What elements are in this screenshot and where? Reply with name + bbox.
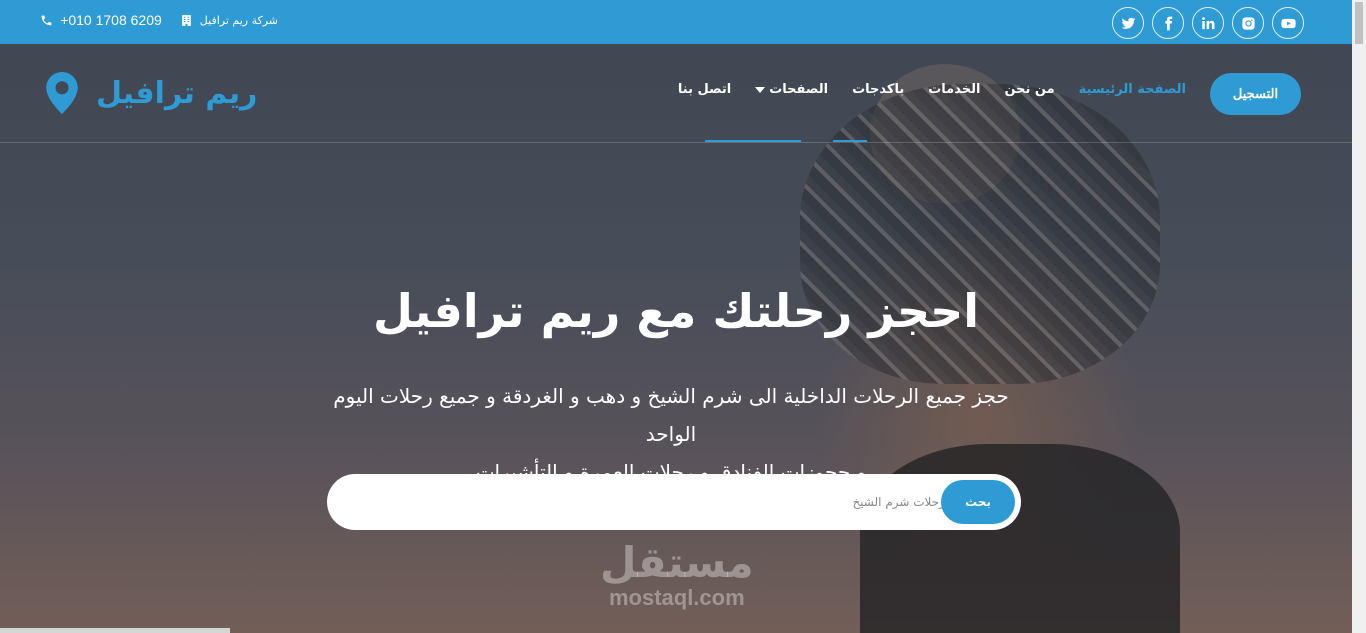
watermark-arabic: مستقل [600,538,754,587]
site-logo[interactable]: ريم ترافيل [46,72,257,114]
search-button[interactable]: بحث [941,480,1015,524]
nav-divider [0,142,1352,143]
nav-item-about[interactable]: من نحن [1004,82,1054,97]
search-bar: بحث [327,474,1021,530]
company-name: شركة ريم ترافيل [199,13,278,27]
nav-item-packages[interactable]: باكدجات [852,82,904,97]
scrollbar-thumb[interactable] [1355,2,1363,44]
youtube-icon[interactable] [1272,7,1304,39]
horizontal-scrollbar[interactable] [0,628,230,633]
hero-subtext-line-1: حجز جميع الرحلات الداخلية الى شرم الشيخ … [333,384,1009,446]
hero-headline: احجز رحلتك مع ريم ترافيل [372,284,980,338]
vertical-scrollbar[interactable] [1352,44,1366,633]
social-links [1112,7,1304,39]
scrollbar-top [1352,0,1366,44]
company-info: شركة ريم ترافيل [180,14,278,27]
main-nav: الصفحة الرئيسية من نحن الخدمات باكدجات ا… [678,82,1186,97]
watermark: مستقل mostaql.com [600,539,754,609]
nav-item-contact[interactable]: اتصل بنا [678,82,731,97]
contact-info: شركة ريم ترافيل +010 1708 6209 [40,12,278,28]
twitter-icon[interactable] [1112,7,1144,39]
watermark-latin: mostaql.com [608,585,745,610]
instagram-icon[interactable] [1232,7,1264,39]
phone-number[interactable]: +010 1708 6209 [60,12,162,28]
search-input[interactable] [427,474,997,530]
top-bar: شركة ريم ترافيل +010 1708 6209 [0,0,1366,44]
phone-info: +010 1708 6209 [40,12,162,28]
linkedin-icon[interactable] [1192,7,1224,39]
brand-name: ريم ترافيل [96,75,258,111]
caret-down-icon [755,86,766,93]
register-button[interactable]: التسجيل [1210,73,1301,115]
map-pin-icon [46,72,78,114]
phone-icon [41,15,52,25]
nav-item-home[interactable]: الصفحة الرئيسية [1079,82,1186,97]
facebook-icon[interactable] [1152,7,1184,39]
nav-item-pages-label: الصفحات [769,82,829,97]
nav-item-services[interactable]: الخدمات [928,82,980,97]
hero-section: ريم ترافيل الصفحة الرئيسية من نحن الخدما… [0,44,1352,633]
nav-item-pages[interactable]: الصفحات [755,82,828,97]
building-icon [181,14,191,26]
